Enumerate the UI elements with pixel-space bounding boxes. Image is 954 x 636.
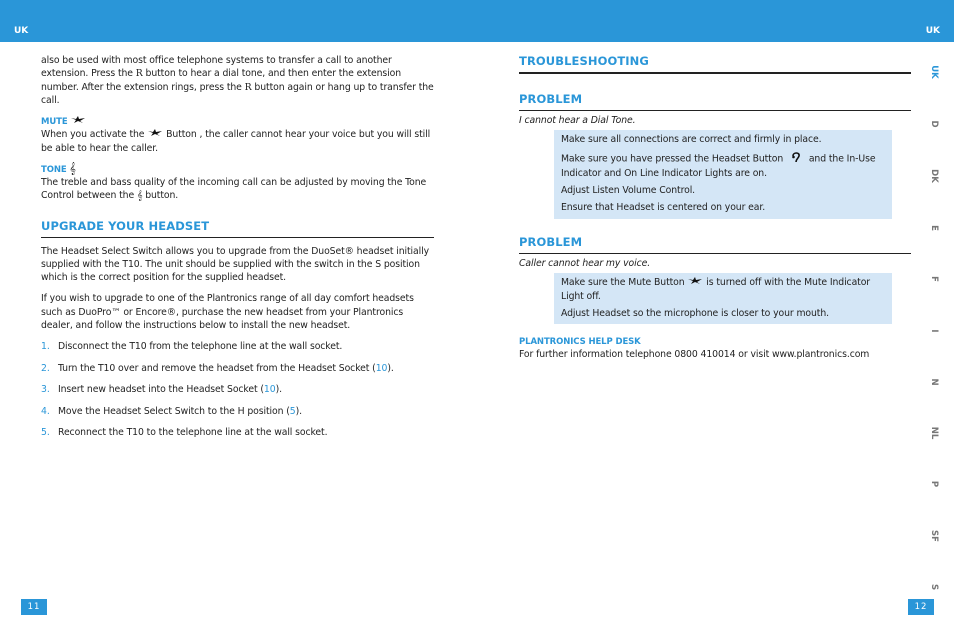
- tone-paragraph: The treble and bass quality of the incom…: [41, 176, 427, 202]
- mute-heading: MUTE: [41, 115, 434, 128]
- step-item: 2. Turn the T10 over and remove the heads…: [41, 362, 394, 374]
- solution-item: Adjust Listen Volume Control.: [561, 185, 696, 197]
- left-language-label: UK: [14, 26, 29, 36]
- intro-paragraph: also be used with most office telephone …: [41, 55, 434, 106]
- mute-icon: [687, 276, 703, 289]
- solution-item: Make sure all connections are correct an…: [561, 134, 822, 146]
- troubleshooting-heading: TROUBLESHOOTING: [519, 54, 911, 74]
- r-button-glyph: R: [244, 81, 252, 93]
- solution-item: Make sure you have pressed the Headset B…: [561, 151, 885, 181]
- lang-tab-s[interactable]: S: [929, 577, 939, 597]
- solution-item: Make sure the Mute Button is turned off …: [561, 276, 871, 302]
- problem-heading: PROBLEM: [519, 235, 911, 254]
- lang-tab-i[interactable]: I: [929, 321, 939, 341]
- upgrade-paragraph-2: If you wish to upgrade to one of the Pla…: [41, 293, 414, 332]
- r-button-glyph: R: [135, 68, 143, 80]
- lang-tab-nl[interactable]: NL: [929, 423, 939, 443]
- upgrade-heading: UPGRADE YOUR HEADSET: [41, 219, 434, 238]
- upgrade-paragraph-1: The Headset Select Switch allows you to …: [41, 245, 430, 284]
- problem-description: Caller cannot hear my voice.: [519, 257, 651, 269]
- lang-tab-n[interactable]: N: [929, 372, 939, 392]
- problem-block: PROBLEM I cannot hear a Dial Tone. Make …: [519, 92, 911, 219]
- solution-box: Make sure the Mute Button is turned off …: [554, 273, 892, 325]
- lang-tab-e[interactable]: E: [929, 218, 939, 238]
- lang-tab-d[interactable]: D: [929, 114, 939, 134]
- mute-icon: [70, 115, 86, 128]
- right-language-label: UK: [925, 26, 940, 36]
- lang-tab-sf[interactable]: SF: [929, 526, 939, 546]
- page-number-left: 11: [21, 599, 47, 615]
- lang-tab-f[interactable]: F: [929, 269, 939, 289]
- mute-paragraph: When you activate the Button , the calle…: [41, 128, 431, 154]
- headset-icon: [790, 151, 802, 167]
- solution-item: Ensure that Headset is centered on your …: [561, 202, 766, 214]
- help-desk-text: For further information telephone 0800 4…: [519, 349, 870, 361]
- step-item: 5. Reconnect the T10 to the telephone lin…: [41, 427, 328, 439]
- top-banner: UK UK: [0, 0, 954, 42]
- figure-reference[interactable]: 10: [376, 363, 388, 374]
- step-item: 3. Insert new headset into the Headset So…: [41, 384, 282, 396]
- treble-clef-icon: 𝄞: [69, 161, 76, 175]
- lang-tab-p[interactable]: P: [929, 474, 939, 494]
- step-item: 1. Disconnect the T10 from the telephone …: [41, 341, 343, 353]
- problem-block: PROBLEM Caller cannot hear my voice. Mak…: [519, 235, 911, 325]
- mute-icon: [147, 128, 163, 141]
- problem-description: I cannot hear a Dial Tone.: [519, 115, 636, 126]
- solution-box: Make sure all connections are correct an…: [554, 130, 892, 219]
- lang-tab-dk[interactable]: DK: [929, 166, 939, 186]
- left-page: also be used with most office telephone …: [41, 54, 434, 448]
- help-desk-heading: PLANTRONICS HELP DESK: [519, 337, 641, 348]
- problem-heading: PROBLEM: [519, 92, 911, 111]
- right-page: TROUBLESHOOTING PROBLEM I cannot hear a …: [519, 54, 911, 361]
- tone-heading: TONE 𝄞: [41, 161, 76, 175]
- page-number-right: 12: [908, 599, 934, 615]
- step-item: 4. Move the Headset Select Switch to the …: [41, 405, 302, 417]
- solution-item: Adjust Headset so the microphone is clos…: [561, 307, 829, 319]
- figure-reference[interactable]: 10: [264, 384, 276, 395]
- upgrade-steps: 1. Disconnect the T10 from the telephone …: [41, 340, 434, 439]
- lang-tab-uk[interactable]: UK: [929, 62, 939, 82]
